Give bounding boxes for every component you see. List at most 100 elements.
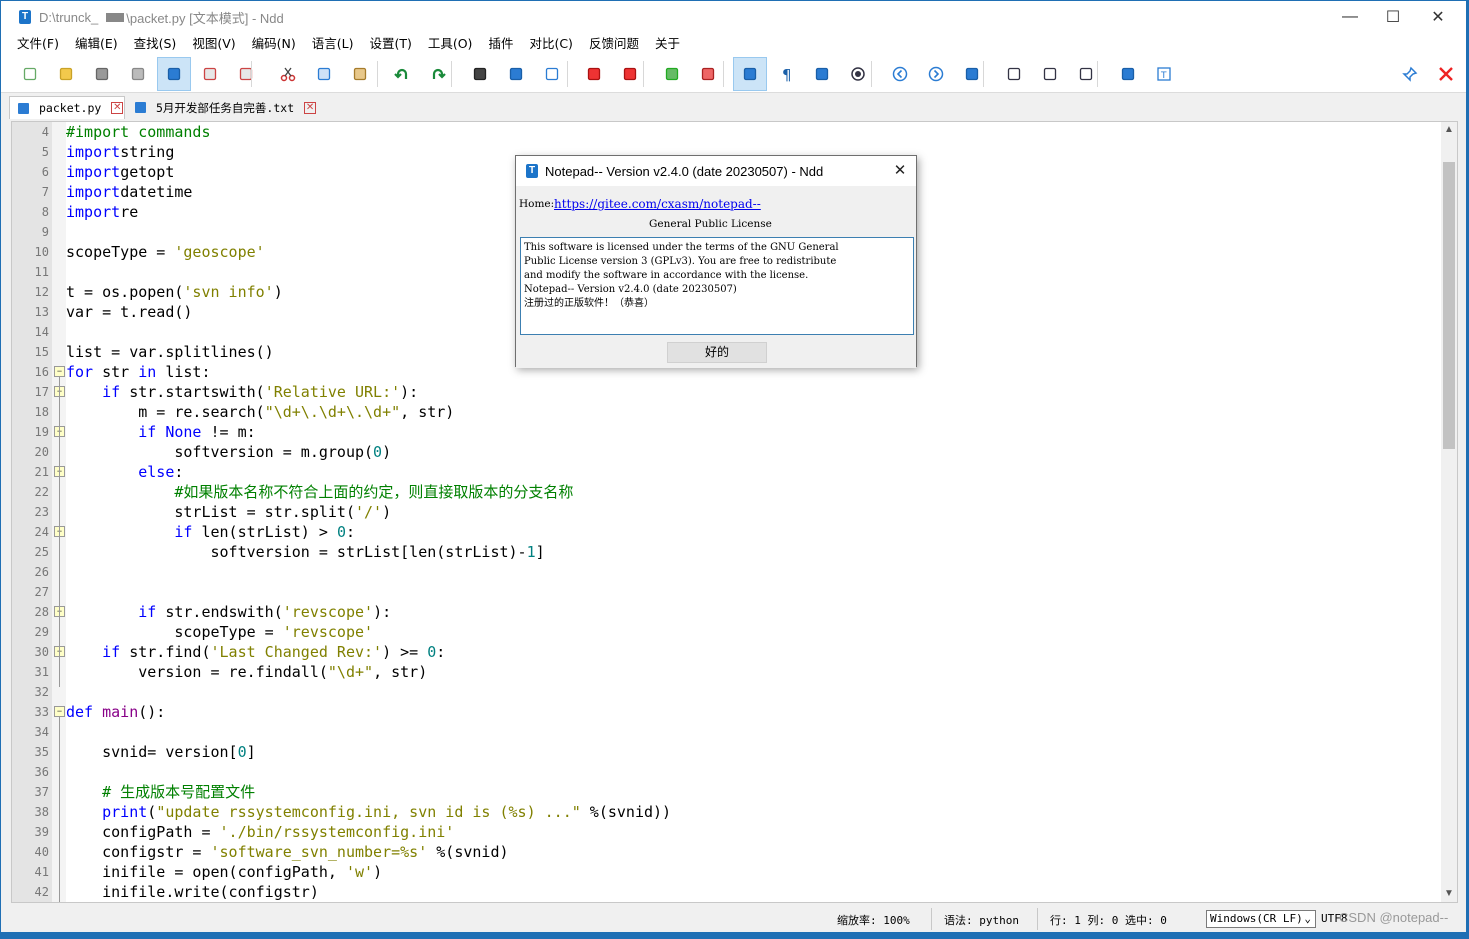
save-button[interactable] xyxy=(85,57,119,91)
redo-button[interactable] xyxy=(421,57,455,91)
code-line[interactable]: m = re.search("\d+\.\d+\.\d+", str) xyxy=(66,402,454,422)
menu-item-9[interactable]: 对比(C) xyxy=(521,33,580,55)
scroll-down-icon[interactable]: ▼ xyxy=(1441,886,1457,902)
find-button[interactable] xyxy=(463,57,497,91)
code-line[interactable]: configstr = 'software_svn_number=%s' %(s… xyxy=(66,842,508,862)
title-bar[interactable]: T D:\trunck_ \packet.py [文本模式] - Ndd — ☐… xyxy=(1,1,1466,33)
tree-button[interactable] xyxy=(1111,57,1145,91)
code-line[interactable]: if None != m: xyxy=(66,422,255,442)
close-tab-icon[interactable]: ✕ xyxy=(304,101,317,114)
maximize-button[interactable]: ☐ xyxy=(1370,1,1416,33)
word-wrap-button[interactable] xyxy=(733,57,767,91)
menu-item-11[interactable]: 关于 xyxy=(647,33,688,55)
open-file-button[interactable] xyxy=(49,57,83,91)
code-line[interactable]: scopeType = 'revscope' xyxy=(66,622,373,642)
cut-button[interactable] xyxy=(271,57,305,91)
close-tab-icon[interactable]: ✕ xyxy=(111,102,124,114)
file-mode-button[interactable] xyxy=(157,57,191,91)
code-line[interactable]: #import commands xyxy=(66,122,211,142)
line-number: 42 xyxy=(34,885,49,899)
code-line[interactable]: svnid= version[0] xyxy=(66,742,256,762)
code-line[interactable]: if str.startswith('Relative URL:'): xyxy=(66,382,418,402)
menu-item-7[interactable]: 工具(O) xyxy=(420,33,481,55)
line-number: 25 xyxy=(34,545,49,559)
whitespace-button[interactable] xyxy=(841,57,875,91)
code-line[interactable]: if str.find('Last Changed Rev:') >= 0: xyxy=(66,642,445,662)
fold-toggle-icon[interactable]: − xyxy=(54,366,65,377)
close-window-button[interactable]: ✕ xyxy=(1415,1,1461,33)
next-button[interactable] xyxy=(919,57,953,91)
text-mode-button[interactable]: T xyxy=(1147,57,1181,91)
language-status: 语法: python xyxy=(944,914,1019,927)
menu-item-2[interactable]: 查找(S) xyxy=(126,33,185,55)
license-textbox[interactable]: This software is licensed under the term… xyxy=(520,237,914,335)
menu-item-8[interactable]: 插件 xyxy=(480,33,521,55)
zoom-out-button[interactable] xyxy=(691,57,725,91)
code-line[interactable]: version = re.findall("\d+", str) xyxy=(66,662,427,682)
line-number: 17 xyxy=(34,385,49,399)
code-line[interactable]: strList = str.split('/') xyxy=(66,502,391,522)
code-line[interactable]: for str in list: xyxy=(66,362,211,382)
scroll-up-icon[interactable]: ▲ xyxy=(1441,122,1457,138)
code-line[interactable]: #如果版本名称不符合上面的约定，则直接取版本的分支名称 xyxy=(66,482,573,502)
menu-item-3[interactable]: 视图(V) xyxy=(184,33,243,55)
code-line[interactable]: # 生成版本号配置文件 xyxy=(66,782,255,802)
code-line[interactable]: configPath = './bin/rssystemconfig.ini' xyxy=(66,822,454,842)
clear-all-mark-button[interactable] xyxy=(613,57,647,91)
code-line[interactable]: inifile = open(configPath, 'w') xyxy=(66,862,382,882)
eol-select[interactable]: Windows(CR LF) ⌄ xyxy=(1206,910,1316,928)
pin-button[interactable] xyxy=(1393,57,1427,91)
paste-button[interactable] xyxy=(343,57,377,91)
code-line[interactable]: if len(strList) > 0: xyxy=(66,522,355,542)
code-line[interactable]: softversion = m.group(0) xyxy=(66,442,391,462)
code-line[interactable]: inifile.write(configstr) xyxy=(66,882,319,902)
copy-button[interactable] xyxy=(307,57,341,91)
close-file-button[interactable] xyxy=(193,57,227,91)
menu-item-5[interactable]: 语言(L) xyxy=(304,33,362,55)
code-line[interactable]: importgetopt xyxy=(66,162,174,182)
menu-item-0[interactable]: 文件(F) xyxy=(9,33,67,55)
replace-button[interactable] xyxy=(499,57,533,91)
save-icon xyxy=(95,67,109,81)
dialog-title-bar[interactable]: T Notepad-- Version v2.4.0 (date 2023050… xyxy=(516,156,916,186)
code-line[interactable]: var = t.read() xyxy=(66,302,192,322)
code-line[interactable]: def main(): xyxy=(66,702,165,722)
compare-dir-button[interactable] xyxy=(997,57,1031,91)
undo-button[interactable] xyxy=(385,57,419,91)
close-all-button[interactable] xyxy=(229,57,263,91)
close-red-button[interactable] xyxy=(1429,57,1463,91)
tab-task-txt[interactable]: 5月开发部任务自完善.txt ✕ xyxy=(127,96,323,119)
code-line[interactable]: importre xyxy=(66,202,138,222)
clear-mark-button[interactable] xyxy=(577,57,611,91)
prev-button[interactable] xyxy=(883,57,917,91)
tab-packet-py[interactable]: packet.py ✕ xyxy=(9,96,125,119)
scrollbar-thumb[interactable] xyxy=(1443,162,1455,449)
code-line[interactable]: if str.endswith('revscope'): xyxy=(66,602,391,622)
redo-icon xyxy=(432,68,446,79)
minimize-button[interactable]: — xyxy=(1327,1,1373,33)
menu-item-4[interactable]: 编码(N) xyxy=(244,33,304,55)
menu-item-6[interactable]: 设置(T) xyxy=(361,33,419,55)
compare-file-button[interactable] xyxy=(1033,57,1067,91)
code-line[interactable]: else: xyxy=(66,462,183,482)
fold-toggle-icon[interactable]: − xyxy=(54,706,65,717)
code-line[interactable]: importstring xyxy=(66,142,174,162)
code-line[interactable]: print("update rssystemconfig.ini, svn id… xyxy=(66,802,671,822)
ok-button[interactable]: 好的 xyxy=(667,342,767,363)
show-symbols-button[interactable]: ¶ xyxy=(769,57,803,91)
menu-item-1[interactable]: 编辑(E) xyxy=(67,33,126,55)
code-line[interactable]: importdatetime xyxy=(66,182,192,202)
indent-guide-button[interactable] xyxy=(805,57,839,91)
mark-button[interactable] xyxy=(535,57,569,91)
code-line[interactable]: list = var.splitlines() xyxy=(66,342,274,362)
dialog-close-button[interactable]: ✕ xyxy=(884,156,916,186)
new-file-button[interactable] xyxy=(13,57,47,91)
code-line[interactable]: softversion = strList[len(strList)-1] xyxy=(66,542,544,562)
save-all-button[interactable] xyxy=(121,57,155,91)
code-line[interactable]: t = os.popen('svn info') xyxy=(66,282,283,302)
code-line[interactable]: scopeType = 'geoscope' xyxy=(66,242,265,262)
zoom-in-button[interactable] xyxy=(655,57,689,91)
menu-item-10[interactable]: 反馈问题 xyxy=(581,33,647,55)
home-link[interactable]: https://gitee.com/cxasm/notepad-- xyxy=(554,197,761,211)
vertical-scrollbar[interactable]: ▲ ▼ xyxy=(1441,122,1457,902)
